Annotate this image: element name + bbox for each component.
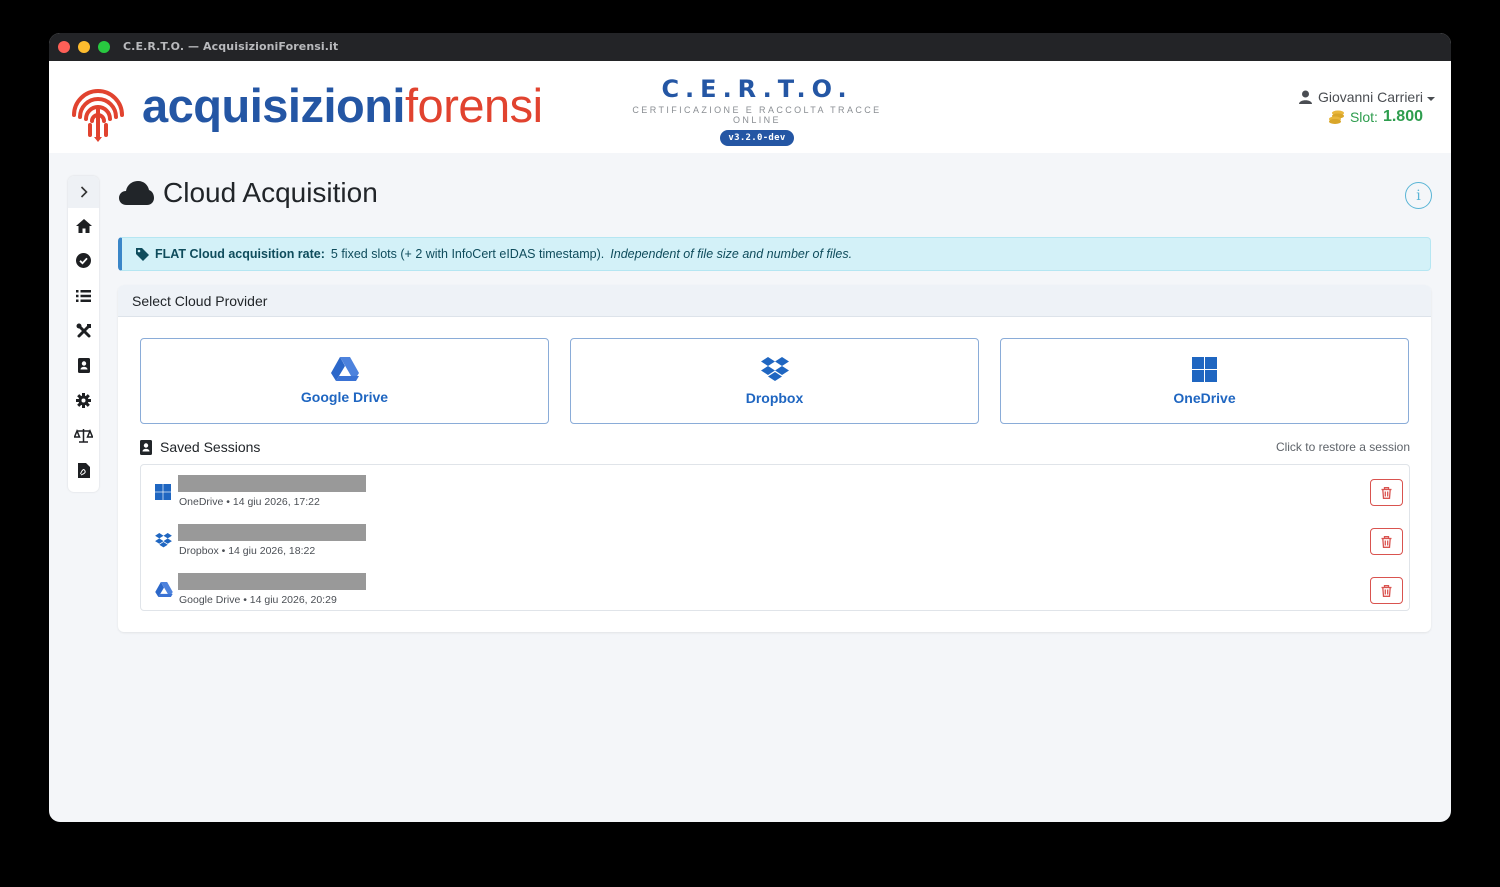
user-menu[interactable]: Giovanni Carrieri Slot: 1.800 (1298, 89, 1435, 126)
app-window: C.E.R.T.O. — AcquisizioniForensi.it acqu… (49, 33, 1451, 822)
slot-balance: 1.800 (1382, 108, 1423, 125)
delete-session-button[interactable] (1370, 479, 1403, 506)
minimize-window-button[interactable] (78, 41, 90, 53)
sidebar-item-settings[interactable] (68, 383, 99, 418)
session-name-redacted (178, 475, 366, 492)
google-drive-icon (330, 357, 359, 381)
logo-text-secondary: forensi (405, 78, 543, 132)
app-header: acquisizioniforensi C.E.R.T.O. CERTIFICA… (49, 61, 1451, 153)
chevron-right-icon (80, 186, 88, 198)
onedrive-icon (155, 484, 171, 500)
google-drive-button[interactable]: Google Drive (140, 338, 549, 424)
saved-sessions-hint: Click to restore a session (1275, 440, 1410, 454)
sidebar-toggle[interactable] (68, 176, 99, 208)
trash-icon (1381, 486, 1392, 499)
google-drive-label: Google Drive (300, 389, 389, 405)
sidebar-item-reports[interactable] (68, 453, 99, 488)
sidebar (68, 176, 99, 492)
balance-scale-icon (74, 429, 93, 443)
page-header: Cloud Acquisition (119, 177, 378, 209)
brand-title: C.E.R.T.O. (661, 75, 853, 103)
onedrive-label: OneDrive (1173, 389, 1236, 406)
session-item[interactable]: OneDrive • 14 giu 2026, 17:22 (141, 468, 1409, 508)
provider-buttons: Google Drive Dropbox OneDrive (140, 338, 1409, 424)
trash-icon (1381, 535, 1392, 548)
brand-block: C.E.R.T.O. CERTIFICAZIONE E RACCOLTA TRA… (619, 75, 895, 146)
sidebar-item-contacts[interactable] (68, 348, 99, 383)
gear-icon (76, 393, 91, 408)
home-icon (75, 218, 92, 233)
cloud-provider-card: Select Cloud Provider Google Drive Dropb… (118, 285, 1431, 632)
close-window-button[interactable] (58, 41, 70, 53)
session-item[interactable]: Dropbox • 14 giu 2026, 18:22 (141, 517, 1409, 557)
session-name-redacted (178, 573, 366, 590)
maximize-window-button[interactable] (98, 41, 110, 53)
sidebar-item-home[interactable] (68, 208, 99, 243)
onedrive-button[interactable]: OneDrive (1000, 338, 1409, 424)
trash-icon (1381, 584, 1392, 597)
tools-icon (76, 323, 91, 337)
alert-rate-note: Independent of file size and number of f… (610, 247, 853, 261)
version-badge: v3.2.0-dev (720, 130, 794, 146)
sidebar-item-verify[interactable] (68, 243, 99, 278)
sidebar-item-legal[interactable] (68, 418, 99, 453)
session-meta: Google Drive • 14 giu 2026, 20:29 (179, 594, 337, 606)
dropbox-icon (760, 356, 789, 381)
fingerprint-logo-icon (72, 89, 124, 142)
file-pdf-icon (77, 463, 90, 478)
dropbox-button[interactable]: Dropbox (570, 338, 979, 424)
list-icon (76, 289, 91, 302)
user-icon (1298, 90, 1312, 104)
session-meta: OneDrive • 14 giu 2026, 17:22 (179, 496, 320, 508)
card-heading: Select Cloud Provider (118, 285, 1431, 317)
google-drive-icon (155, 582, 173, 597)
session-name-redacted (178, 524, 366, 541)
delete-session-button[interactable] (1370, 577, 1403, 604)
brand-subtitle: CERTIFICAZIONE E RACCOLTA TRACCE ONLINE (632, 105, 882, 125)
address-book-icon (140, 439, 152, 455)
alert-rate-text: 5 fixed slots (+ 2 with InfoCert eIDAS t… (330, 247, 605, 261)
info-button[interactable]: i (1405, 182, 1432, 209)
coins-icon (1328, 110, 1344, 124)
onedrive-icon (1192, 356, 1217, 382)
delete-session-button[interactable] (1370, 528, 1403, 555)
sidebar-item-tools[interactable] (68, 313, 99, 348)
window-title: C.E.R.T.O. — AcquisizioniForensi.it (123, 40, 339, 53)
check-circle-icon (76, 253, 91, 268)
dropbox-label: Dropbox (745, 389, 804, 406)
logo[interactable]: acquisizioniforensi (66, 71, 543, 143)
cloud-icon (119, 181, 154, 205)
page-title: Cloud Acquisition (163, 177, 378, 208)
user-name: Giovanni Carrieri (1317, 89, 1423, 105)
saved-sessions-header: Saved Sessions Click to restore a sessio… (140, 439, 1410, 455)
session-meta: Dropbox • 14 giu 2026, 18:22 (179, 545, 316, 557)
caret-down-icon (1427, 97, 1435, 101)
tag-icon (136, 247, 149, 261)
address-book-icon (77, 358, 90, 373)
saved-sessions-list: OneDrive • 14 giu 2026, 17:22 Dropbox • … (140, 464, 1410, 611)
saved-sessions-title: Saved Sessions (160, 439, 261, 455)
alert-rate-label: FLAT Cloud acquisition rate: (155, 247, 325, 261)
dropbox-icon (155, 533, 172, 548)
window-controls (58, 41, 110, 53)
sidebar-item-list[interactable] (68, 278, 99, 313)
rate-info-alert: FLAT Cloud acquisition rate: 5 fixed slo… (118, 237, 1431, 271)
title-bar: C.E.R.T.O. — AcquisizioniForensi.it (49, 33, 1451, 61)
logo-text-primary: acquisizioni (142, 78, 406, 132)
slot-label: Slot: (1349, 109, 1378, 125)
info-icon: i (1416, 187, 1421, 204)
session-item[interactable]: Google Drive • 14 giu 2026, 20:29 (141, 566, 1409, 606)
